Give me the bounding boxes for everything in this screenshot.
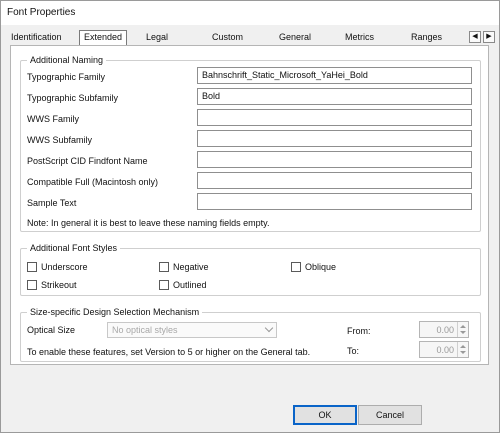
- typographic-subfamily-label: Typographic Subfamily: [27, 93, 119, 103]
- postscript-cid-findfont-label: PostScript CID Findfont Name: [27, 156, 148, 166]
- negative-checkbox[interactable]: [159, 262, 169, 272]
- from-label: From:: [347, 326, 371, 336]
- tab-extended[interactable]: Extended: [79, 30, 128, 46]
- to-label: To:: [347, 346, 360, 356]
- optical-size-label: Optical Size: [27, 325, 76, 335]
- size-design-group: Size-specific Design Selection Mechanism…: [20, 307, 481, 362]
- additional-font-styles-group: Additional Font Styles Underscore Negati…: [20, 243, 481, 296]
- to-value: 0.00: [436, 345, 454, 355]
- strikeout-checkbox[interactable]: [27, 280, 37, 290]
- tab-scroll-left-icon[interactable]: ◀: [469, 31, 481, 43]
- wws-family-label: WWS Family: [27, 114, 79, 124]
- outlined-label: Outlined: [173, 280, 207, 290]
- additional-font-styles-legend: Additional Font Styles: [27, 243, 121, 253]
- to-spinner[interactable]: 0.00: [419, 341, 469, 358]
- ok-button[interactable]: OK: [293, 405, 357, 425]
- outlined-checkbox[interactable]: [159, 280, 169, 290]
- typographic-family-label: Typographic Family: [27, 72, 106, 82]
- window-title: Font Properties: [7, 7, 76, 18]
- underscore-label: Underscore: [41, 262, 88, 272]
- tab-general[interactable]: General: [279, 32, 311, 42]
- sample-text-label: Sample Text: [27, 198, 77, 208]
- typographic-subfamily-field[interactable]: Bold: [197, 88, 472, 105]
- wws-subfamily-field[interactable]: [197, 130, 472, 147]
- tab-custom[interactable]: Custom: [212, 32, 243, 42]
- wws-family-field[interactable]: [197, 109, 472, 126]
- chevron-down-icon: [264, 323, 274, 333]
- oblique-checkbox[interactable]: [291, 262, 301, 272]
- naming-note: Note: In general it is best to leave the…: [27, 218, 270, 228]
- compatible-full-field[interactable]: [197, 172, 472, 189]
- cancel-button[interactable]: Cancel: [358, 405, 422, 425]
- optical-size-value: No optical styles: [112, 325, 178, 335]
- tab-ranges[interactable]: Ranges: [411, 32, 442, 42]
- wws-subfamily-label: WWS Subfamily: [27, 135, 93, 145]
- size-design-legend: Size-specific Design Selection Mechanism: [27, 307, 203, 317]
- tab-metrics[interactable]: Metrics: [345, 32, 374, 42]
- tab-legal[interactable]: Legal: [146, 32, 168, 42]
- from-value: 0.00: [436, 325, 454, 335]
- underscore-checkbox[interactable]: [27, 262, 37, 272]
- tab-strip: Identification Extended Legal Custom Gen…: [5, 30, 497, 46]
- title-bar: Font Properties: [1, 1, 499, 25]
- sample-text-field[interactable]: [197, 193, 472, 210]
- font-properties-dialog: Font Properties Identification Extended …: [0, 0, 500, 433]
- tab-identification[interactable]: Identification: [11, 32, 62, 42]
- extended-tab-panel: Additional Naming Typographic Family Bah…: [10, 45, 489, 365]
- postscript-cid-findfont-field[interactable]: [197, 151, 472, 168]
- additional-naming-group: Additional Naming Typographic Family Bah…: [20, 55, 481, 232]
- typographic-family-field[interactable]: Bahnschrift_Static_Microsoft_YaHei_Bold: [197, 67, 472, 84]
- spinner-arrows-icon[interactable]: [457, 342, 468, 357]
- size-design-hint: To enable these features, set Version to…: [27, 347, 311, 357]
- negative-label: Negative: [173, 262, 209, 272]
- spinner-arrows-icon[interactable]: [457, 322, 468, 337]
- from-spinner[interactable]: 0.00: [419, 321, 469, 338]
- strikeout-label: Strikeout: [41, 280, 77, 290]
- compatible-full-label: Compatible Full (Macintosh only): [27, 177, 159, 187]
- optical-size-select[interactable]: No optical styles: [107, 322, 277, 338]
- tab-scroll-right-icon[interactable]: ▶: [483, 31, 495, 43]
- additional-naming-legend: Additional Naming: [27, 55, 107, 65]
- oblique-label: Oblique: [305, 262, 337, 272]
